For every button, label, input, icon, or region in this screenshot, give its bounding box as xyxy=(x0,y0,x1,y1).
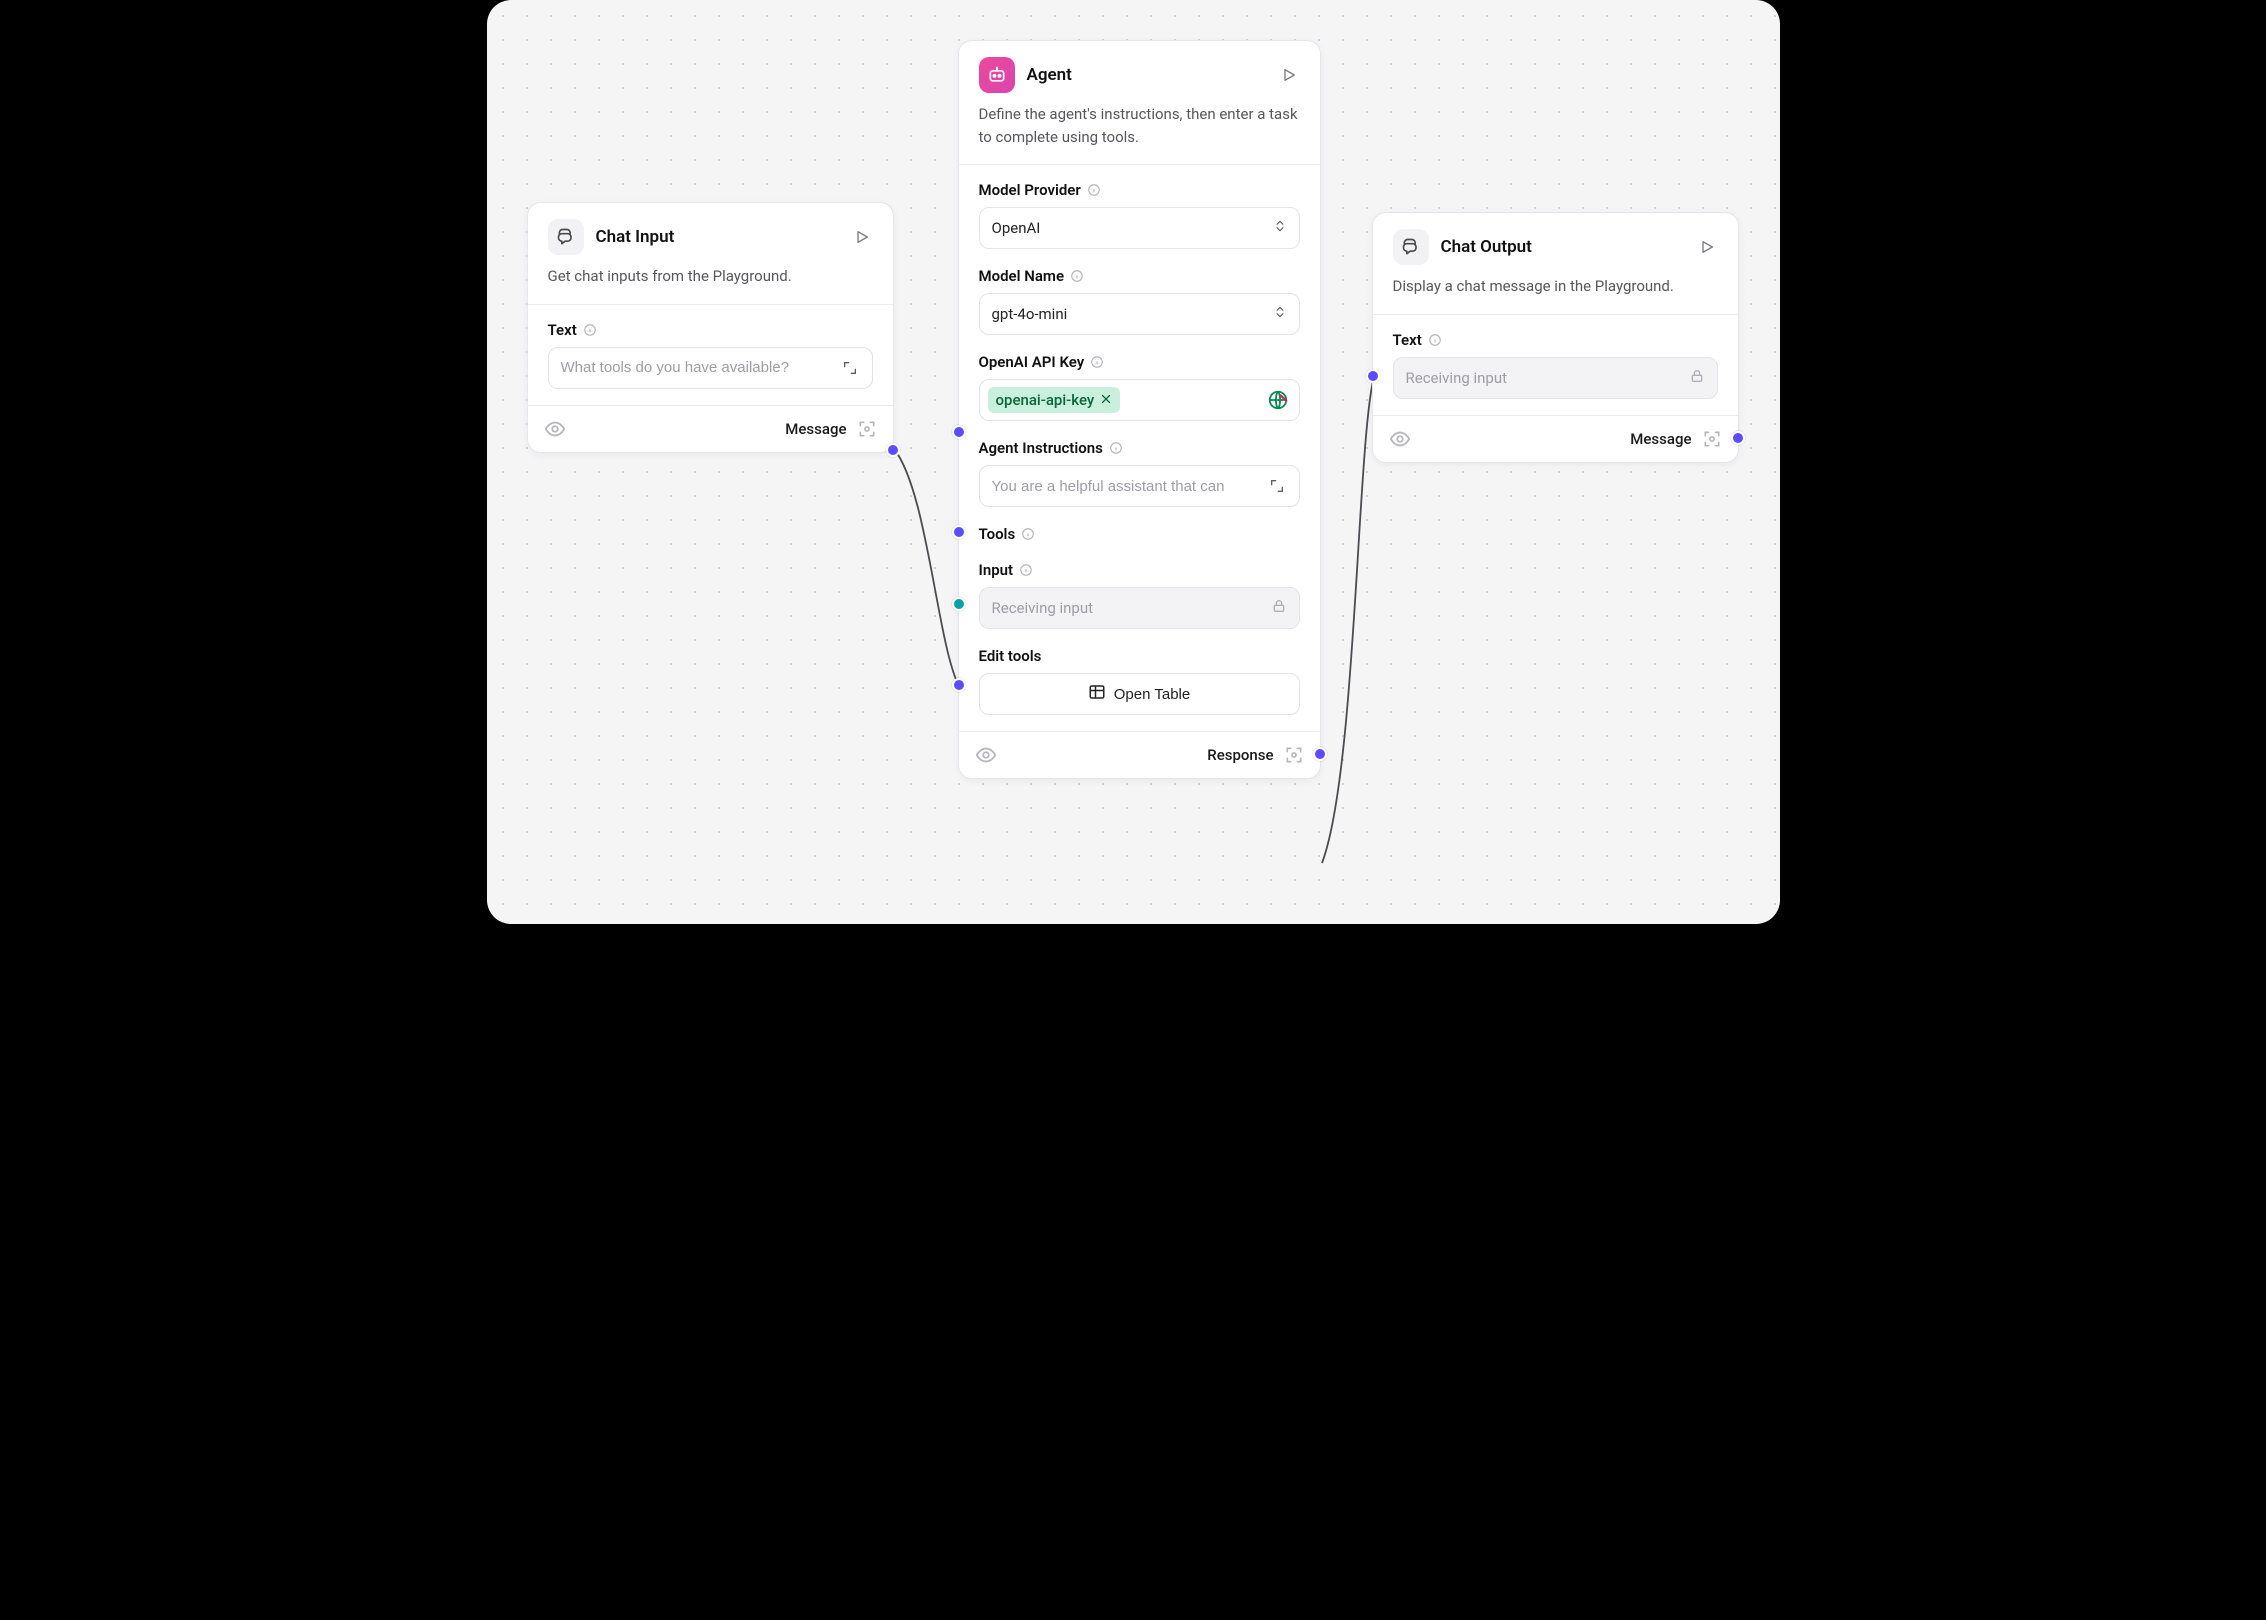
info-icon xyxy=(1019,563,1033,577)
info-icon xyxy=(1428,333,1442,347)
table-icon xyxy=(1088,683,1106,705)
chip-label: openai-api-key xyxy=(996,391,1095,409)
agent-input-readonly: Receiving input xyxy=(979,587,1300,629)
model-provider-select[interactable]: OpenAI xyxy=(979,207,1300,249)
field-label: Input xyxy=(979,561,1014,579)
node-chat-output[interactable]: Chat Output Display a chat message in th… xyxy=(1372,212,1739,463)
info-icon xyxy=(1021,527,1035,541)
node-agent[interactable]: Agent Define the agent's instructions, t… xyxy=(958,40,1321,779)
field-label: Edit tools xyxy=(979,647,1042,665)
output-port[interactable] xyxy=(1731,431,1745,445)
input-port[interactable] xyxy=(1366,369,1380,383)
node-title: Chat Output xyxy=(1441,237,1684,257)
field-label-text: Text xyxy=(548,321,577,339)
expand-icon[interactable] xyxy=(1267,476,1287,496)
agent-instructions-input[interactable] xyxy=(979,465,1300,507)
flow-canvas[interactable]: Chat Input Get chat inputs from the Play… xyxy=(487,0,1780,924)
chat-output-text-readonly: Receiving input xyxy=(1393,357,1718,399)
node-description: Define the agent's instructions, then en… xyxy=(959,93,1320,164)
input-port[interactable] xyxy=(952,525,966,539)
output-preview-icon[interactable] xyxy=(857,419,877,439)
info-icon xyxy=(1070,269,1084,283)
agent-icon xyxy=(979,57,1015,93)
node-description: Display a chat message in the Playground… xyxy=(1373,265,1738,314)
play-icon[interactable] xyxy=(851,226,873,248)
api-key-input[interactable]: openai-api-key xyxy=(979,379,1300,421)
info-icon xyxy=(1090,355,1104,369)
field-label: Model Provider xyxy=(979,181,1081,199)
eye-icon[interactable] xyxy=(975,744,997,766)
input-port[interactable] xyxy=(952,425,966,439)
api-key-chip[interactable]: openai-api-key xyxy=(988,387,1121,413)
chat-input-icon xyxy=(548,219,584,255)
play-icon[interactable] xyxy=(1696,236,1718,258)
readonly-value: Receiving input xyxy=(1406,369,1508,387)
open-table-button[interactable]: Open Table xyxy=(979,673,1300,715)
output-label: Message xyxy=(785,420,846,438)
tools-port[interactable] xyxy=(952,597,966,611)
chat-output-icon xyxy=(1393,229,1429,265)
output-label: Response xyxy=(1207,746,1273,764)
input-port[interactable] xyxy=(952,678,966,692)
chevron-updown-icon xyxy=(1273,219,1287,237)
eye-icon[interactable] xyxy=(544,418,566,440)
lock-icon xyxy=(1689,368,1705,388)
globe-icon[interactable] xyxy=(1267,389,1289,411)
play-icon[interactable] xyxy=(1278,64,1300,86)
chip-remove-icon[interactable] xyxy=(1100,391,1112,409)
field-label: OpenAI API Key xyxy=(979,353,1085,371)
output-preview-icon[interactable] xyxy=(1702,429,1722,449)
chevron-updown-icon xyxy=(1273,305,1287,323)
readonly-value: Receiving input xyxy=(992,599,1094,617)
button-label: Open Table xyxy=(1114,686,1190,703)
select-value: gpt-4o-mini xyxy=(992,305,1068,323)
agent-instructions-field[interactable] xyxy=(992,478,1267,495)
node-chat-input[interactable]: Chat Input Get chat inputs from the Play… xyxy=(527,202,894,453)
field-label-text: Text xyxy=(1393,331,1422,349)
text-input[interactable] xyxy=(548,347,873,389)
info-icon xyxy=(1109,441,1123,455)
field-label: Model Name xyxy=(979,267,1065,285)
chat-input-text-field[interactable] xyxy=(561,359,840,376)
output-port[interactable] xyxy=(1313,747,1327,761)
node-title: Agent xyxy=(1027,65,1266,85)
field-label: Tools xyxy=(979,525,1016,543)
select-value: OpenAI xyxy=(992,219,1041,237)
lock-icon xyxy=(1271,598,1287,618)
output-port[interactable] xyxy=(886,443,900,457)
output-label: Message xyxy=(1630,430,1691,448)
field-label: Agent Instructions xyxy=(979,439,1103,457)
node-title: Chat Input xyxy=(596,227,839,247)
expand-icon[interactable] xyxy=(840,358,860,378)
node-description: Get chat inputs from the Playground. xyxy=(528,255,893,304)
eye-icon[interactable] xyxy=(1389,428,1411,450)
output-preview-icon[interactable] xyxy=(1284,745,1304,765)
info-icon xyxy=(583,323,597,337)
info-icon xyxy=(1087,183,1101,197)
model-name-select[interactable]: gpt-4o-mini xyxy=(979,293,1300,335)
